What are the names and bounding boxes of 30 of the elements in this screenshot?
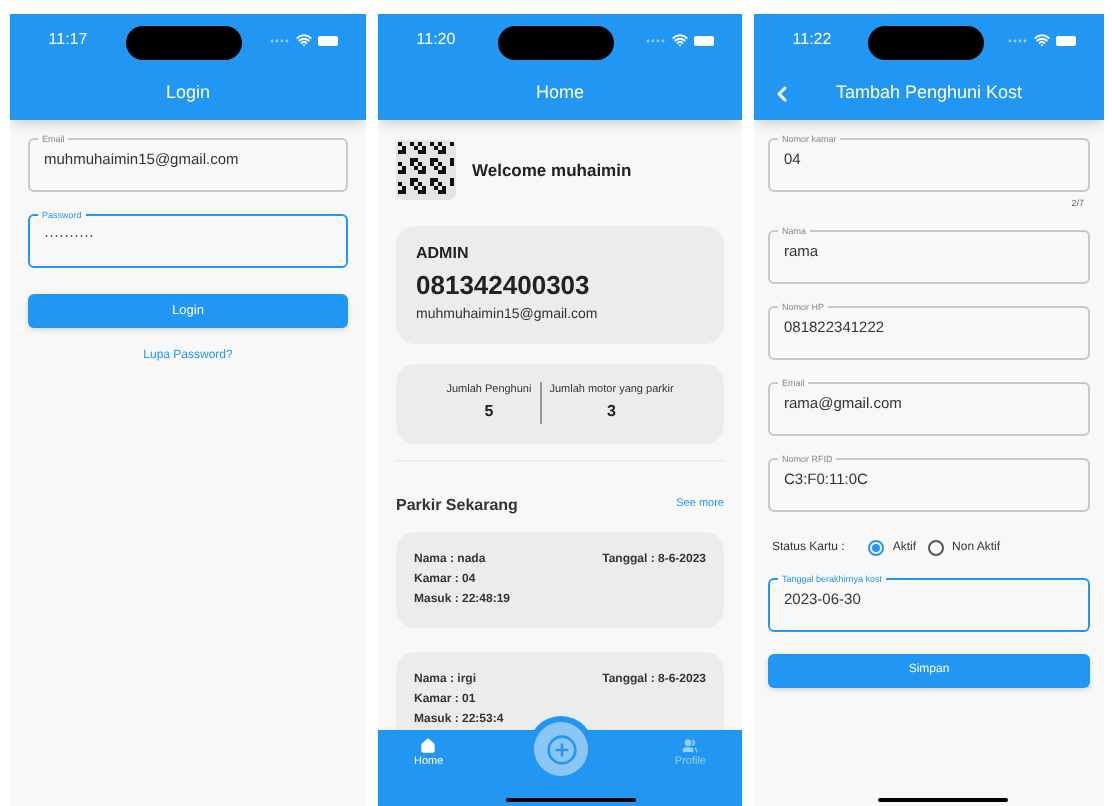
wifi-icon [296, 32, 312, 48]
stat-value: 3 [607, 399, 616, 424]
camera-cutout [867, 25, 983, 59]
phone-number: 081342400303 [416, 270, 592, 302]
wifi-icon [1034, 32, 1050, 48]
home-indicator [506, 798, 636, 802]
camera-cutout [126, 25, 242, 59]
signal-icon [1008, 37, 1028, 43]
qr-code-icon [396, 140, 456, 200]
battery-icon [1056, 35, 1076, 45]
screen-title: Home [535, 79, 584, 106]
battery-icon [318, 35, 338, 45]
add-icon [545, 733, 577, 765]
wifi-icon [672, 32, 688, 48]
stat-value: 5 [484, 399, 494, 424]
home-indicator [878, 798, 1008, 802]
welcome-text: Welcome muhaimin [472, 157, 632, 183]
screen-title: Tambah Penghuni Kost [835, 79, 1023, 106]
section-title: Parkir Sekarang [396, 493, 518, 517]
role-label: ADMIN [416, 242, 471, 266]
battery-icon [694, 35, 714, 45]
status-time: 11:20 [414, 28, 458, 52]
status-time: 11:22 [790, 28, 834, 52]
status-time: 11:17 [46, 28, 90, 52]
screen-title: Login [165, 79, 211, 106]
camera-cutout [498, 25, 614, 59]
people-icon [682, 738, 699, 754]
signal-icon [270, 37, 290, 43]
home-icon [420, 738, 437, 754]
signal-icon [646, 37, 666, 43]
